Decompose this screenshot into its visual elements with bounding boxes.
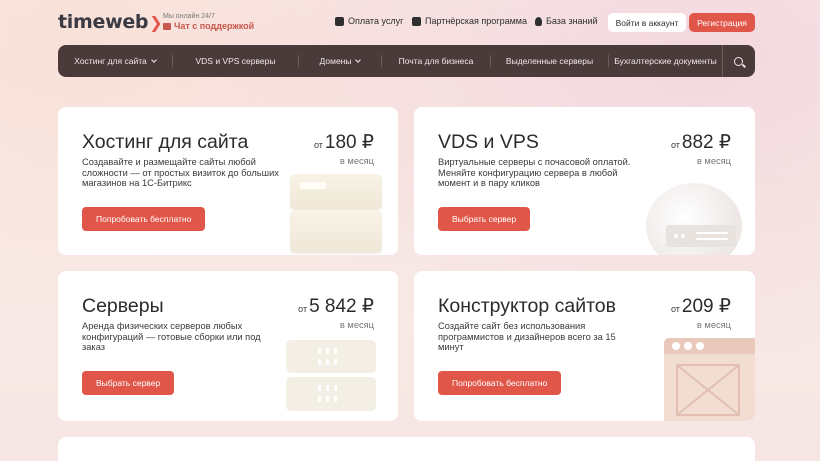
chat-icon bbox=[163, 23, 171, 30]
search-icon bbox=[734, 56, 743, 66]
card-description: Аренда физических серверов любых конфигу… bbox=[82, 321, 261, 353]
menu-item-mail[interactable]: Почта для бизнеса bbox=[382, 45, 490, 77]
server-illustration bbox=[290, 174, 382, 210]
menu-item-label: Домены bbox=[319, 56, 352, 66]
choose-server-button[interactable]: Выбрать сервер bbox=[438, 207, 531, 231]
card-description: Виртуальные серверы с почасовой оплатой.… bbox=[438, 157, 631, 189]
logo-text: timeweb bbox=[58, 11, 149, 33]
price-value: 882 ₽ bbox=[681, 132, 731, 153]
price-block: от 209 ₽ в месяц bbox=[671, 295, 731, 330]
card-vds[interactable]: VDS и VPS Виртуальные серверы с почасово… bbox=[414, 107, 755, 255]
price-value: 209 ₽ bbox=[681, 296, 731, 317]
menu-item-dedicated[interactable]: Выделенные серверы bbox=[491, 45, 608, 77]
menu-item-label: Бухгалтерские документы bbox=[614, 56, 717, 66]
support-chat-link[interactable]: Чат с поддержкой bbox=[163, 22, 254, 31]
logo-chevron-icon: ❯ bbox=[149, 12, 163, 32]
server-illustration bbox=[290, 211, 382, 253]
menu-item-domains[interactable]: Домены bbox=[299, 45, 381, 77]
menu-item-accounting[interactable]: Бухгалтерские документы bbox=[609, 45, 722, 77]
partner-link[interactable]: Партнёрская программа bbox=[412, 16, 527, 26]
lightbulb-icon bbox=[535, 16, 542, 26]
wallet-icon bbox=[335, 16, 344, 26]
try-free-button[interactable]: Попробовать бесплатно bbox=[82, 207, 206, 231]
card-title: Серверы bbox=[82, 295, 164, 317]
price-from: от bbox=[670, 140, 680, 150]
menu-item-label: Хостинг для сайта bbox=[74, 56, 147, 66]
knowledge-link[interactable]: База знаний bbox=[535, 16, 598, 26]
menu-item-label: Выделенные серверы bbox=[505, 56, 594, 66]
support-chat-label: Чат с поддержкой bbox=[174, 21, 255, 31]
card-site-builder[interactable]: Конструктор сайтов Создайте сайт без исп… bbox=[414, 271, 755, 421]
partner-icon bbox=[412, 16, 421, 26]
server-pill-illustration bbox=[286, 340, 376, 373]
payment-link-label: Оплата услуг bbox=[348, 16, 404, 26]
card-title: Хостинг для сайта bbox=[82, 131, 249, 153]
partner-link-label: Партнёрская программа bbox=[425, 16, 527, 26]
card-servers[interactable]: Серверы Аренда физических серверов любых… bbox=[58, 271, 398, 421]
support-hours: Мы онлайн 24/7 bbox=[163, 13, 215, 20]
try-free-button[interactable]: Попробовать бесплатно bbox=[438, 371, 562, 395]
login-button[interactable]: Войти в аккаунт bbox=[608, 13, 686, 32]
register-button[interactable]: Регистрация bbox=[689, 13, 755, 32]
card-title: Конструктор сайтов bbox=[438, 295, 617, 317]
server-pill-illustration bbox=[286, 377, 376, 411]
rack-illustration bbox=[666, 225, 736, 247]
menu-item-hosting[interactable]: Хостинг для сайта bbox=[58, 45, 172, 77]
chevron-down-icon bbox=[355, 56, 362, 63]
menu-item-vds[interactable]: VDS и VPS серверы bbox=[173, 45, 298, 77]
price-block: от 882 ₽ в месяц bbox=[671, 131, 731, 166]
support-block[interactable]: Мы онлайн 24/7 Чат с поддержкой bbox=[163, 13, 254, 31]
card-partial bbox=[58, 437, 755, 461]
menu-item-label: Почта для бизнеса bbox=[398, 56, 474, 66]
payment-link[interactable]: Оплата услуг bbox=[335, 16, 403, 26]
price-from: от bbox=[298, 304, 308, 314]
price-value: 180 ₽ bbox=[324, 132, 374, 153]
price-period: в месяц bbox=[339, 320, 374, 330]
price-from: от bbox=[670, 304, 680, 314]
card-hosting[interactable]: Хостинг для сайта Создавайте и размещайт… bbox=[58, 107, 398, 255]
card-description: Создавайте и размещайте сайты любой слож… bbox=[82, 157, 279, 189]
search-button[interactable] bbox=[722, 45, 754, 77]
price-from: от bbox=[313, 140, 323, 150]
chevron-down-icon bbox=[150, 56, 157, 63]
menu-item-label: VDS и VPS серверы bbox=[195, 56, 276, 66]
choose-server-button[interactable]: Выбрать сервер bbox=[82, 371, 175, 395]
price-period: в месяц bbox=[339, 156, 374, 166]
knowledge-link-label: База знаний bbox=[546, 16, 598, 26]
price-period: в месяц bbox=[696, 320, 731, 330]
logo[interactable]: timeweb ❯ bbox=[58, 11, 163, 33]
image-placeholder-icon bbox=[676, 364, 740, 416]
browser-window-illustration bbox=[664, 338, 755, 421]
card-title: VDS и VPS bbox=[438, 131, 539, 153]
price-period: в месяц bbox=[696, 156, 731, 166]
main-menu: Хостинг для сайта VDS и VPS серверы Доме… bbox=[58, 45, 755, 77]
card-description: Создайте сайт без использования программ… bbox=[438, 321, 616, 353]
price-block: от 5 842 ₽ в месяц bbox=[298, 295, 374, 330]
top-header: timeweb ❯ Мы онлайн 24/7 Чат с поддержкой… bbox=[58, 10, 755, 36]
price-block: от 180 ₽ в месяц bbox=[314, 131, 374, 166]
price-value: 5 842 ₽ bbox=[309, 296, 374, 317]
